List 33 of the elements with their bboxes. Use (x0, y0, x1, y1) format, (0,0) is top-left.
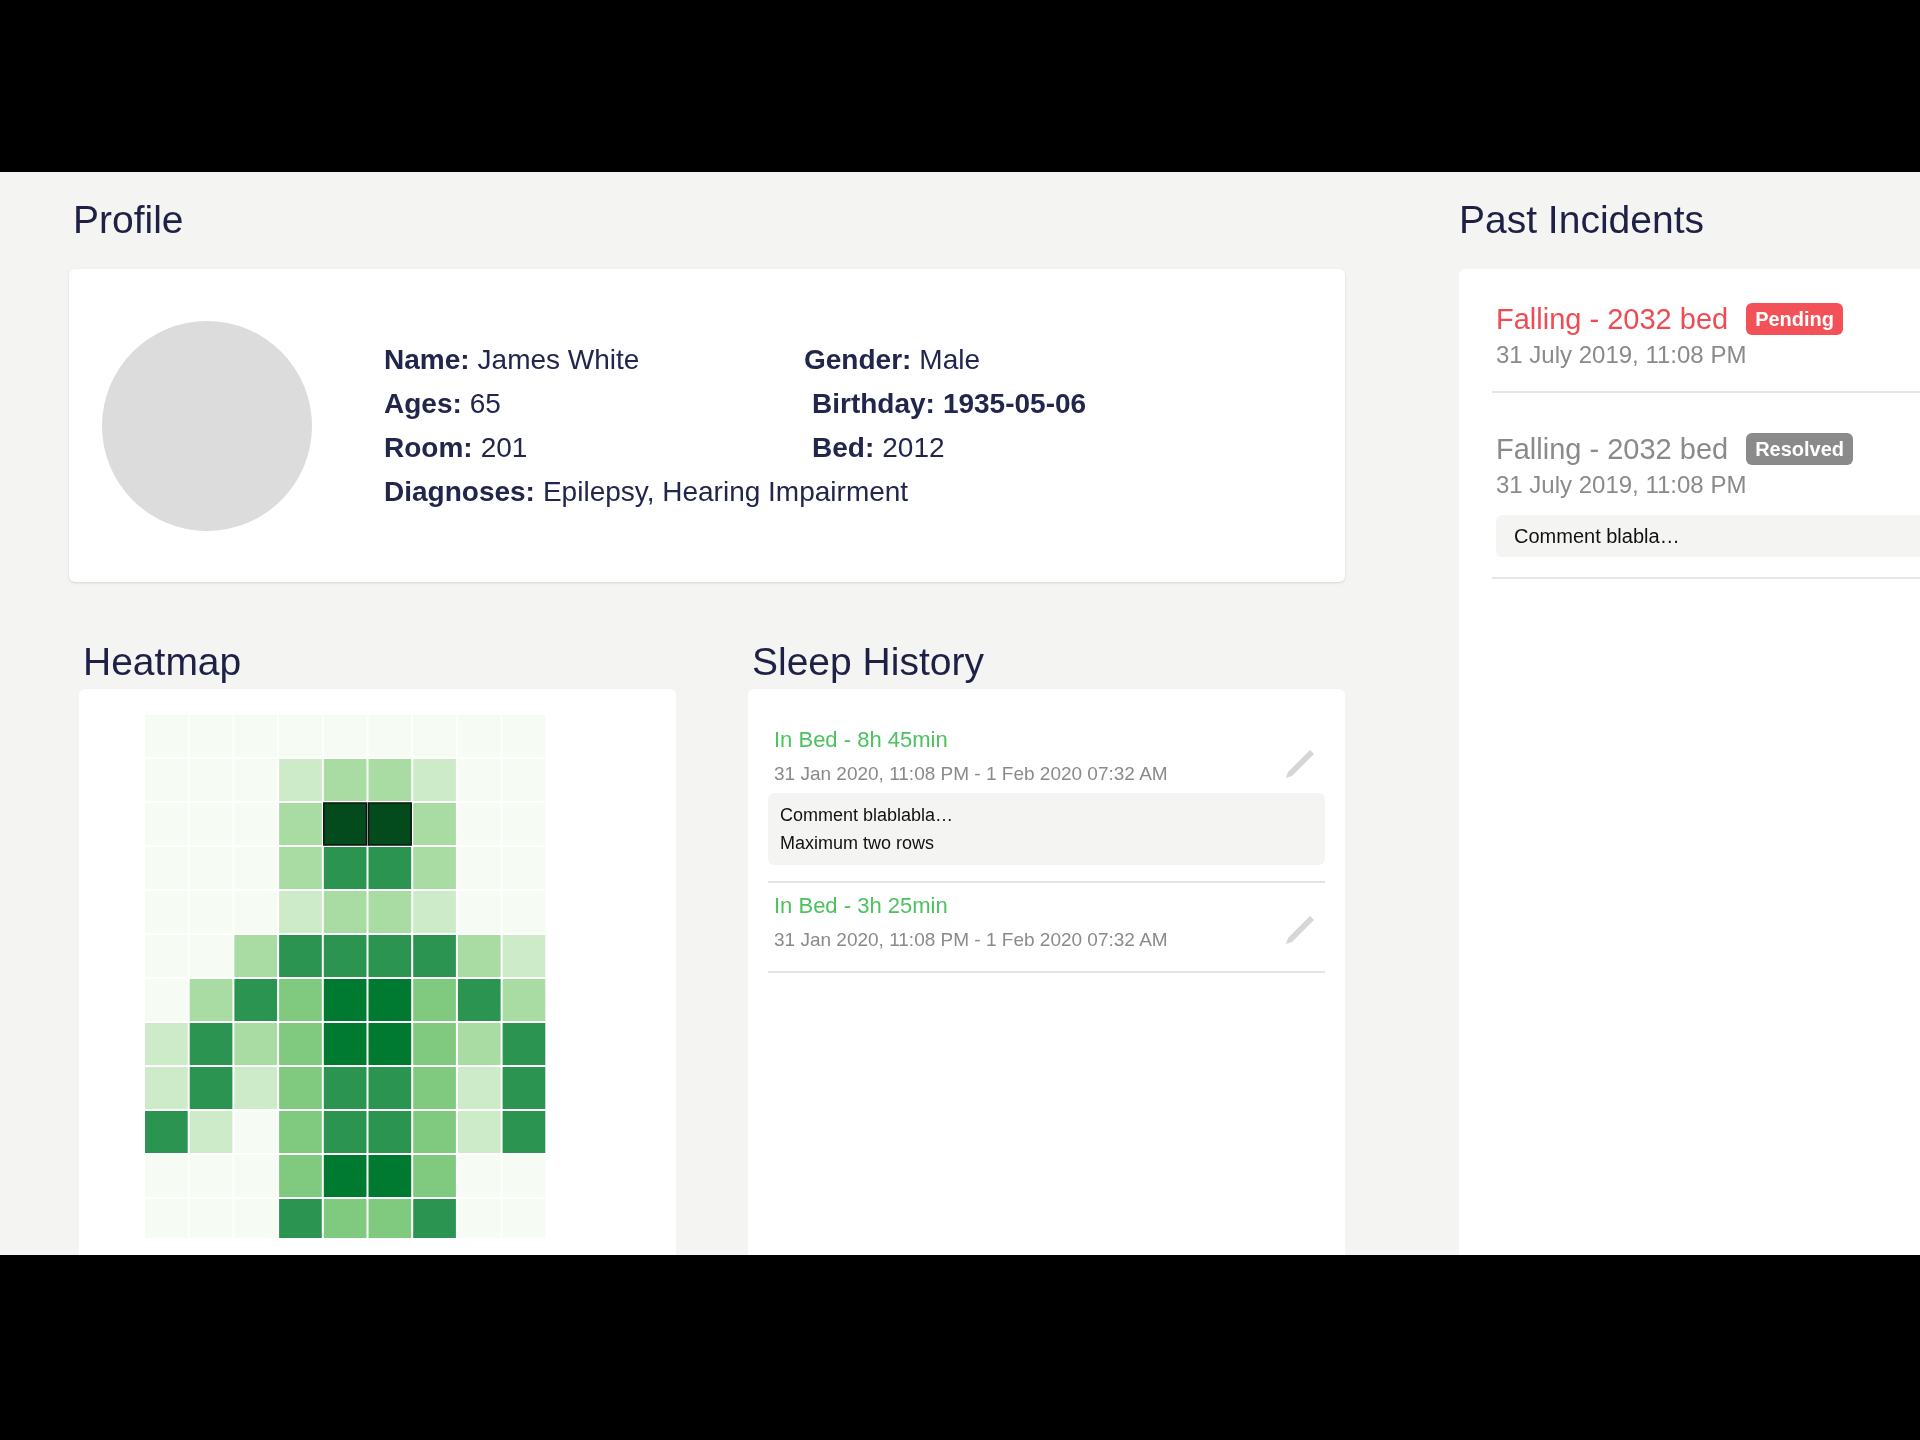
field-label: Name: (384, 343, 470, 375)
field-value: 65 (469, 387, 501, 419)
section-title: Sleep History (752, 639, 985, 685)
field-label: Gender: (804, 343, 912, 375)
incident-time: 31 July 2019, 11:08 PM (1495, 340, 1748, 370)
entry-time: 31 Jan 2020, 11:08 PM - 1 Feb 2020 07:32 AM (774, 928, 1168, 952)
status-badge: Resolved (1746, 433, 1854, 465)
field-label: Ages: (384, 387, 462, 419)
field-value: 201 (480, 431, 528, 463)
incident-title: Falling - 2032 bed (1496, 432, 1729, 467)
comment-text: Maximum two rows (780, 832, 936, 855)
comment-text: Comment blablabla… (780, 804, 955, 827)
status-badge: Pending (1746, 303, 1844, 335)
field-value: Epilepsy, Hearing Impairment (542, 475, 909, 507)
field-label: Diagnoses: (384, 475, 535, 507)
pencil-icon[interactable] (1283, 913, 1317, 947)
field-value: 2012 (882, 431, 945, 463)
incident-time: 31 July 2019, 11:08 PM (1495, 470, 1748, 500)
field-label: Birthday: (812, 387, 935, 419)
section-title: Heatmap (83, 639, 243, 685)
field-value: 1935-05-06 (942, 387, 1087, 419)
section-title: Past Incidents (1459, 197, 1705, 243)
entry-title: In Bed - 3h 25min (774, 892, 949, 920)
incident-title: Falling - 2032 bed (1496, 302, 1729, 337)
field-label: Room: (384, 431, 473, 463)
field-label: Bed: (812, 431, 875, 463)
entry-time: 31 Jan 2020, 11:08 PM - 1 Feb 2020 07:32 AM (774, 762, 1168, 786)
comment-box: Comment blabla… (1496, 515, 1920, 557)
pencil-icon[interactable] (1283, 747, 1317, 781)
field-value: Male (919, 343, 981, 375)
section-title: Profile (73, 197, 185, 243)
field-value: James White (477, 343, 640, 375)
entry-title: In Bed - 8h 45min (774, 726, 949, 754)
